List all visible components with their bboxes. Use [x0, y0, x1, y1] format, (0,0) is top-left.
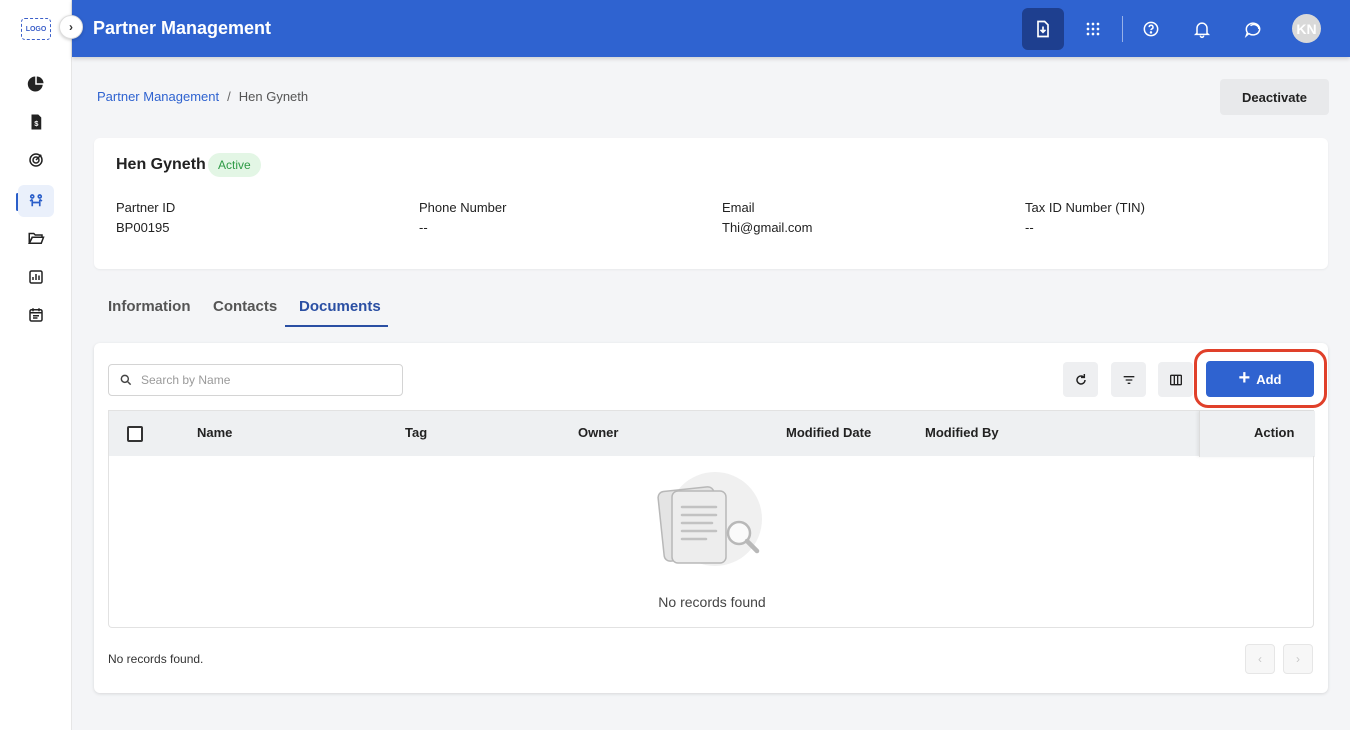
breadcrumb: Partner Management / Hen Gyneth: [97, 89, 308, 104]
field-label: Partner ID: [116, 200, 176, 215]
column-header-modified-date[interactable]: Modified Date: [786, 425, 871, 440]
column-header-action: Action: [1254, 425, 1295, 440]
field-label: Email: [722, 200, 755, 215]
field-tax-id: Tax ID Number (TIN) --: [1025, 200, 1145, 235]
select-all-checkbox[interactable]: [127, 426, 143, 442]
status-badge: Active: [208, 153, 261, 177]
chat-button[interactable]: [1232, 8, 1274, 50]
tab-contacts[interactable]: Contacts: [213, 298, 277, 315]
notifications-button[interactable]: [1181, 8, 1223, 50]
field-partner-id: Partner ID BP00195: [116, 200, 175, 235]
column-header-tag[interactable]: Tag: [405, 425, 427, 440]
active-tab-underline: [285, 325, 388, 327]
documents-card: + Add Name Tag Owner Modified Date Modif…: [94, 343, 1328, 693]
deactivate-button[interactable]: Deactivate: [1220, 79, 1329, 115]
column-header-modified-by[interactable]: Modified By: [925, 425, 999, 440]
tab-information[interactable]: Information: [108, 298, 191, 315]
empty-state-message: No records found: [658, 594, 766, 610]
search-icon: [120, 374, 132, 386]
apps-button[interactable]: [1072, 8, 1114, 50]
add-button-label: Add: [1256, 371, 1282, 387]
partner-name: Hen Gyneth: [116, 156, 206, 173]
header-divider: [1122, 16, 1123, 42]
top-bar: Partner Management KN: [72, 0, 1350, 57]
field-email: Email Thi@gmail.com: [722, 200, 813, 235]
empty-documents-illustration: [657, 472, 762, 566]
report-chart-icon: [29, 270, 43, 284]
sidebar: LOGO $: [0, 0, 72, 730]
help-button[interactable]: [1130, 8, 1172, 50]
search-input[interactable]: [141, 373, 391, 387]
sidebar-item-partners[interactable]: [18, 185, 54, 217]
field-value: --: [1025, 220, 1034, 235]
help-icon: [1143, 21, 1159, 37]
breadcrumb-current: Hen Gyneth: [238, 89, 309, 104]
download-icon: [1037, 20, 1049, 38]
sidebar-item-calendar[interactable]: [18, 299, 54, 331]
field-value: Thi@gmail.com: [722, 220, 813, 235]
action-column-header: Action: [1199, 411, 1315, 457]
tab-documents[interactable]: Documents: [299, 298, 381, 315]
app-logo: LOGO: [21, 18, 51, 40]
user-avatar[interactable]: KN: [1292, 14, 1321, 43]
target-icon: [29, 153, 43, 167]
download-button[interactable]: [1022, 8, 1064, 50]
chat-icon: [1244, 22, 1261, 38]
field-value: --: [419, 220, 428, 235]
columns-button[interactable]: [1158, 362, 1193, 397]
columns-icon: [1169, 374, 1182, 385]
table-header: Name Tag Owner Modified Date Modified By…: [108, 410, 1315, 457]
field-phone-number: Phone Number --: [419, 200, 506, 235]
pagination-next-button[interactable]: ›: [1283, 644, 1313, 674]
page-title: Partner Management: [93, 18, 272, 38]
sidebar-item-files[interactable]: [18, 222, 54, 254]
filter-button[interactable]: [1111, 362, 1146, 397]
column-header-name[interactable]: Name: [197, 425, 232, 440]
column-header-owner[interactable]: Owner: [578, 425, 618, 440]
plus-icon: +: [1238, 367, 1251, 389]
field-value: BP00195: [116, 220, 170, 235]
field-label: Phone Number: [419, 200, 507, 215]
refresh-icon: [1075, 373, 1086, 385]
pagination-prev-button[interactable]: ‹: [1245, 644, 1275, 674]
add-document-button[interactable]: + Add: [1206, 361, 1314, 397]
bell-icon: [1193, 22, 1211, 39]
search-box: [108, 364, 403, 396]
apps-grid-icon: [1086, 22, 1100, 36]
pie-chart-icon: [27, 76, 44, 92]
records-footer-text: No records found.: [108, 652, 204, 666]
table-body: No records found: [108, 456, 1314, 628]
breadcrumb-parent-link[interactable]: Partner Management: [97, 89, 219, 104]
calendar-icon: [29, 308, 43, 322]
partner-info-card: Hen Gyneth Active Partner ID BP00195 Pho…: [94, 138, 1328, 269]
sidebar-item-reports[interactable]: [18, 261, 54, 293]
invoice-icon: $: [31, 114, 42, 130]
sidebar-item-targets[interactable]: [18, 144, 54, 176]
refresh-button[interactable]: [1063, 362, 1098, 397]
folder-open-icon: [28, 232, 45, 244]
sidebar-item-dashboard[interactable]: [18, 68, 54, 100]
field-label: Tax ID Number (TIN): [1025, 200, 1145, 215]
sidebar-collapse-button[interactable]: ›: [59, 15, 83, 39]
filter-icon: [1123, 375, 1134, 384]
sidebar-item-invoices[interactable]: $: [18, 106, 54, 138]
breadcrumb-separator: /: [227, 89, 231, 104]
partners-icon: [29, 194, 43, 207]
